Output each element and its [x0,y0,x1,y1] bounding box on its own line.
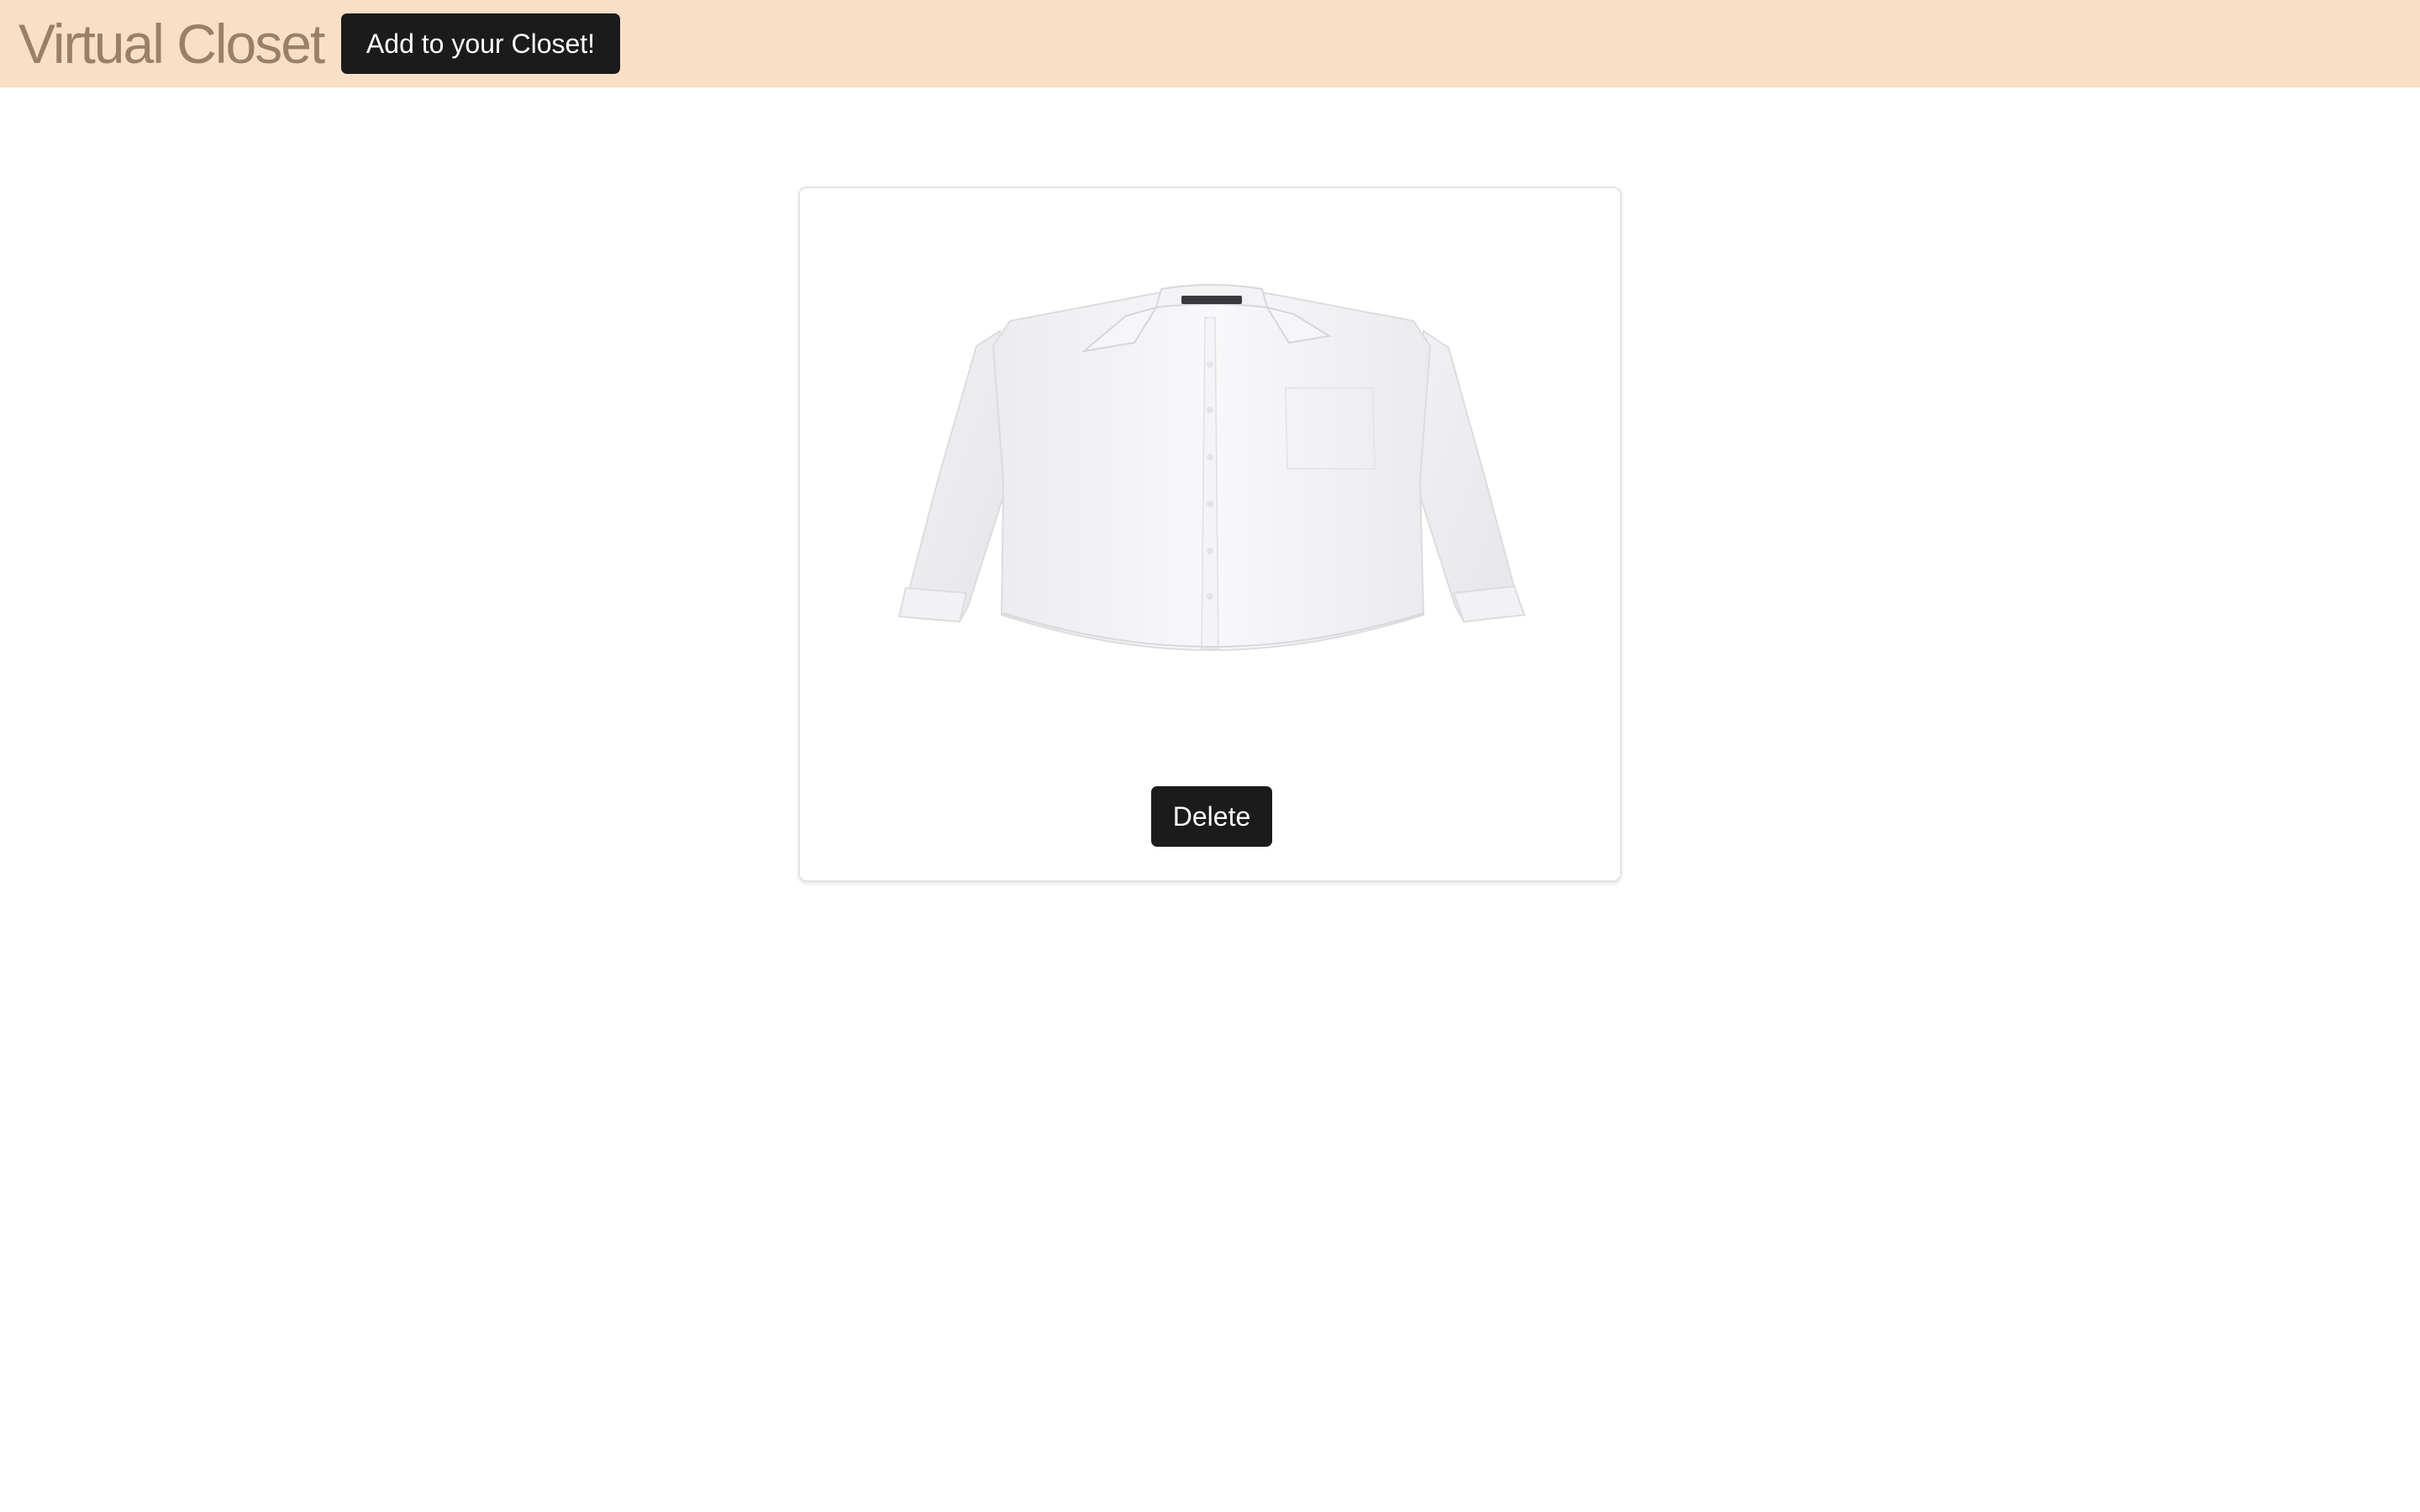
shirt-image [897,284,1526,652]
brand-title[interactable]: Virtual Closet [18,10,325,77]
closet-item-card: Delete [798,186,1622,882]
delete-button[interactable]: Delete [1151,786,1272,847]
add-to-closet-button[interactable]: Add to your Closet! [341,13,620,74]
navbar: Virtual Closet Add to your Closet! [0,0,2420,87]
